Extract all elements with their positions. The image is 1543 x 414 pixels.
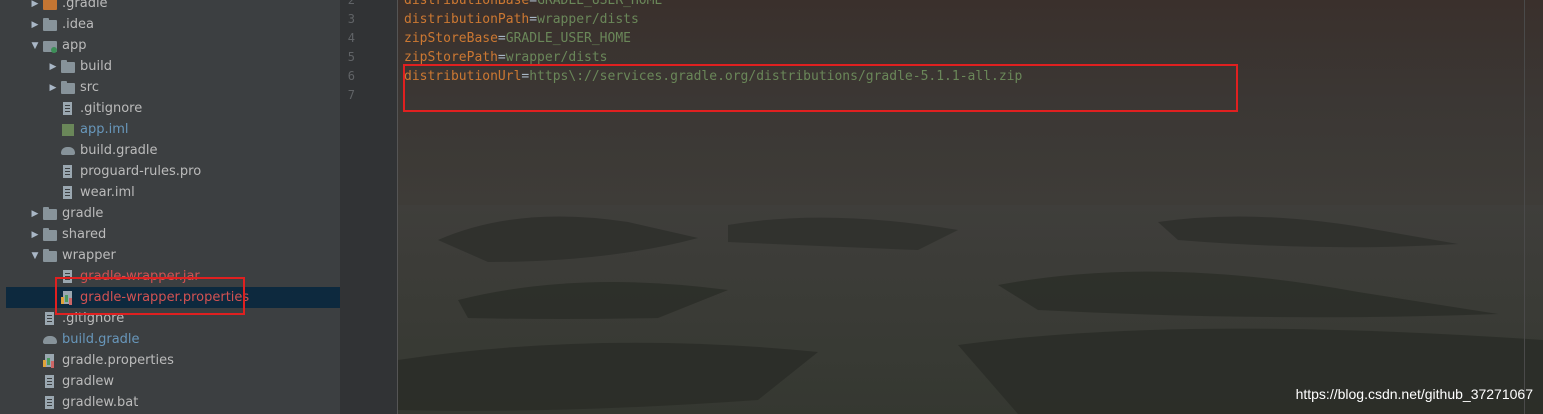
tree-item[interactable]: ▶ build <box>6 56 340 77</box>
tree-item-label: .idea <box>62 17 94 32</box>
tree-item[interactable]: ▼ wrapper <box>6 245 340 266</box>
gradle-icon <box>60 144 76 158</box>
line-number-gutter: 2 3 4 5 6 7 <box>340 0 398 414</box>
tree-item-label: gradlew.bat <box>62 395 139 410</box>
tree-item[interactable]: .gitignore <box>6 98 340 119</box>
tree-item-label: gradle.properties <box>62 353 174 368</box>
tree-item[interactable]: ▼ app <box>6 35 340 56</box>
tree-item-label: .gitignore <box>80 101 143 116</box>
tree-item[interactable]: ▶ gradle <box>6 203 340 224</box>
file-icon <box>60 101 76 116</box>
equals-sign: = <box>497 31 506 46</box>
tree-item[interactable]: proguard-rules.pro <box>6 161 340 182</box>
property-key: distributionBase <box>404 0 530 8</box>
line-number: 2 <box>347 0 355 7</box>
property-key: distributionUrl <box>404 69 522 84</box>
code-line[interactable]: zipStoreBase=GRADLE_USER_HOME <box>404 29 631 48</box>
tree-item[interactable]: app.iml <box>6 119 340 140</box>
watermark-text: https://blog.csdn.net/github_37271067 <box>1295 386 1533 402</box>
tree-item[interactable]: ▶ shared <box>6 224 340 245</box>
tree-item[interactable]: ▶ .gradle <box>6 0 340 14</box>
property-key: zipStoreBase <box>404 31 498 46</box>
file-icon <box>60 185 76 200</box>
folder-icon <box>60 59 76 74</box>
collapse-arrow-icon[interactable]: ▶ <box>28 0 42 9</box>
code-line[interactable]: distributionUrl=https\://services.gradle… <box>404 67 1022 86</box>
property-value: GRADLE_USER_HOME <box>537 0 663 8</box>
gradle-icon <box>42 333 58 347</box>
property-value: wrapper/dists <box>537 12 639 27</box>
tree-item-label: app.iml <box>80 122 129 137</box>
property-value: https\://services.gradle.org/distributio… <box>529 69 1023 84</box>
tree-item-label: .gradle <box>62 0 108 11</box>
right-margin-guide <box>1524 0 1525 414</box>
code-line[interactable]: zipStorePath=wrapper/dists <box>404 48 608 67</box>
equals-sign: = <box>529 12 538 27</box>
code-line[interactable]: distributionBase=GRADLE_USER_HOME <box>404 0 662 10</box>
props-icon <box>42 353 58 368</box>
line-number: 6 <box>347 69 355 83</box>
tree-item-label: build.gradle <box>80 143 158 158</box>
tree-item-label: src <box>80 80 99 95</box>
file-icon <box>42 374 58 389</box>
tree-item[interactable]: gradlew <box>6 371 340 392</box>
tree-item[interactable]: wear.iml <box>6 182 340 203</box>
collapse-arrow-icon[interactable]: ▶ <box>28 230 42 240</box>
tree-item-label: build.gradle <box>62 332 140 347</box>
iml-icon <box>60 123 76 137</box>
equals-sign: = <box>497 50 506 65</box>
orange-folder-icon <box>42 0 58 11</box>
property-key: zipStorePath <box>404 50 498 65</box>
folder-icon <box>42 227 58 242</box>
tree-item-label: gradlew <box>62 374 115 389</box>
tree-item[interactable]: gradlew.bat <box>6 392 340 413</box>
tree-item-label: shared <box>62 227 107 242</box>
code-editor[interactable]: https://blog.csdn.net/github_37271067 di… <box>398 0 1543 414</box>
tree-item[interactable]: build.gradle <box>6 329 340 350</box>
folder-icon <box>42 17 58 32</box>
code-line[interactable]: distributionPath=wrapper/dists <box>404 10 639 29</box>
tree-item-label: wrapper <box>62 248 116 263</box>
folder-icon <box>42 206 58 221</box>
property-value: wrapper/dists <box>505 50 608 65</box>
folder-icon <box>42 248 58 263</box>
tree-item[interactable]: ▶ src <box>6 77 340 98</box>
property-value: GRADLE_USER_HOME <box>505 31 631 46</box>
tree-item-label: build <box>80 59 112 74</box>
line-number: 5 <box>347 50 355 64</box>
tree-item[interactable]: gradle.properties <box>6 350 340 371</box>
property-key: distributionPath <box>404 12 530 27</box>
file-icon <box>60 164 76 179</box>
tree-item-label: app <box>62 38 87 53</box>
collapse-arrow-icon[interactable]: ▶ <box>46 62 60 72</box>
tree-item-label: gradle <box>62 206 104 221</box>
collapse-arrow-icon[interactable]: ▶ <box>28 20 42 30</box>
folder-icon <box>60 80 76 95</box>
line-number: 3 <box>347 12 355 26</box>
tree-item-label: proguard-rules.pro <box>80 164 202 179</box>
module-folder-icon <box>42 39 58 53</box>
tree-item[interactable]: build.gradle <box>6 140 340 161</box>
tree-item[interactable]: ▶ .idea <box>6 14 340 35</box>
line-number: 7 <box>347 88 355 102</box>
collapse-arrow-icon[interactable]: ▶ <box>46 83 60 93</box>
tree-item-label: wear.iml <box>80 185 135 200</box>
highlight-wrapper-properties <box>55 277 245 315</box>
equals-sign: = <box>529 0 538 8</box>
file-icon <box>42 395 58 410</box>
project-tree-panel: ▶ .gradle ▶ .idea ▼ app ▶ build ▶ src .gitignore ap… <box>6 0 340 414</box>
expand-arrow-icon[interactable]: ▼ <box>28 41 42 51</box>
collapse-arrow-icon[interactable]: ▶ <box>28 209 42 219</box>
expand-arrow-icon[interactable]: ▼ <box>28 251 42 261</box>
line-number: 4 <box>347 31 355 45</box>
